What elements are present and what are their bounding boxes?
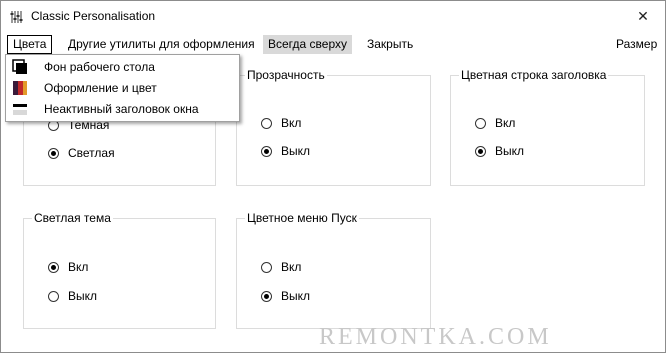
radio-transparency-on[interactable]: Вкл [261,115,301,131]
dropdown-item-inactive-titlebar[interactable]: Неактивный заголовок окна [6,99,239,119]
dropdown-item-desktop-background-label: Фон рабочего стола [44,60,155,74]
group-colored-start: Цветное меню Пуск Вкл Выкл [236,211,431,329]
menu-bar: Цвета Другие утилиты для оформления Всег… [1,32,665,56]
colors-dropdown-menu: Фон рабочего стола Оформление и цвет Неа… [5,54,240,122]
radio-start-off[interactable]: Выкл [261,288,310,304]
menu-always-on-top[interactable]: Всегда сверху [263,35,352,54]
group-light-theme: Светлая тема Вкл Выкл [23,211,216,329]
radio-light-theme-off-label: Выкл [68,289,98,303]
radio-titlebar-on-label: Вкл [495,116,516,130]
radio-transparency-off[interactable]: Выкл [261,143,310,159]
radio-light-theme-off-button[interactable] [48,290,59,302]
radio-start-on-button[interactable] [261,261,272,273]
radio-transparency-on-label: Вкл [281,116,302,130]
radio-titlebar-off-label: Выкл [495,144,525,158]
radio-start-off-button[interactable] [261,290,272,302]
dropdown-item-appearance-color[interactable]: Оформление и цвет [6,78,239,98]
radio-transparency-off-button[interactable] [261,145,272,157]
radio-light-theme-off[interactable]: Выкл [48,288,97,304]
radio-titlebar-off-button[interactable] [475,145,486,157]
group-colored-titlebar: Цветная строка заголовка Вкл Выкл [450,68,645,186]
radio-transparency-on-button[interactable] [261,117,272,129]
dropdown-item-inactive-titlebar-label: Неактивный заголовок окна [44,102,199,116]
close-icon: ✕ [637,8,649,24]
group-colored-start-title: Цветное меню Пуск [245,211,359,225]
radio-start-off-label: Выкл [281,289,311,303]
radio-light[interactable]: Светлая [48,145,115,161]
radio-light-theme-on[interactable]: Вкл [48,259,88,275]
app-window: Classic Personalisation ✕ Цвета Другие у… [0,0,666,353]
inactive-titlebar-icon [13,104,27,115]
group-colored-titlebar-title: Цветная строка заголовка [459,68,609,82]
group-transparency: Прозрачность Вкл Выкл [236,68,431,186]
menu-other-utilities[interactable]: Другие утилиты для оформления [63,35,260,54]
sliders-icon [10,11,23,23]
watermark: REMONTKA.COM [319,324,552,350]
menu-close[interactable]: Закрыть [362,35,418,54]
radio-light-button[interactable] [48,147,59,159]
radio-light-theme-on-label: Вкл [68,260,89,274]
radio-start-on[interactable]: Вкл [261,259,301,275]
menu-colors[interactable]: Цвета [7,35,53,54]
desktop-background-icon [12,59,27,74]
radio-light-label: Светлая [68,146,115,160]
title-bar: Classic Personalisation ✕ [1,1,665,32]
radio-titlebar-off[interactable]: Выкл [475,143,524,159]
radio-titlebar-on[interactable]: Вкл [475,115,515,131]
close-window-button[interactable]: ✕ [621,1,665,32]
menu-size[interactable]: Размер [611,35,662,54]
window-title: Classic Personalisation [31,9,156,23]
radio-light-theme-on-button[interactable] [48,261,59,273]
radio-transparency-off-label: Выкл [281,144,311,158]
radio-titlebar-on-button[interactable] [475,117,486,129]
group-transparency-title: Прозрачность [245,68,327,82]
dropdown-item-appearance-color-label: Оформление и цвет [44,81,157,95]
dropdown-item-desktop-background[interactable]: Фон рабочего стола [6,57,239,77]
appearance-color-icon [13,81,27,95]
radio-start-on-label: Вкл [281,260,302,274]
group-light-theme-title: Светлая тема [32,211,113,225]
